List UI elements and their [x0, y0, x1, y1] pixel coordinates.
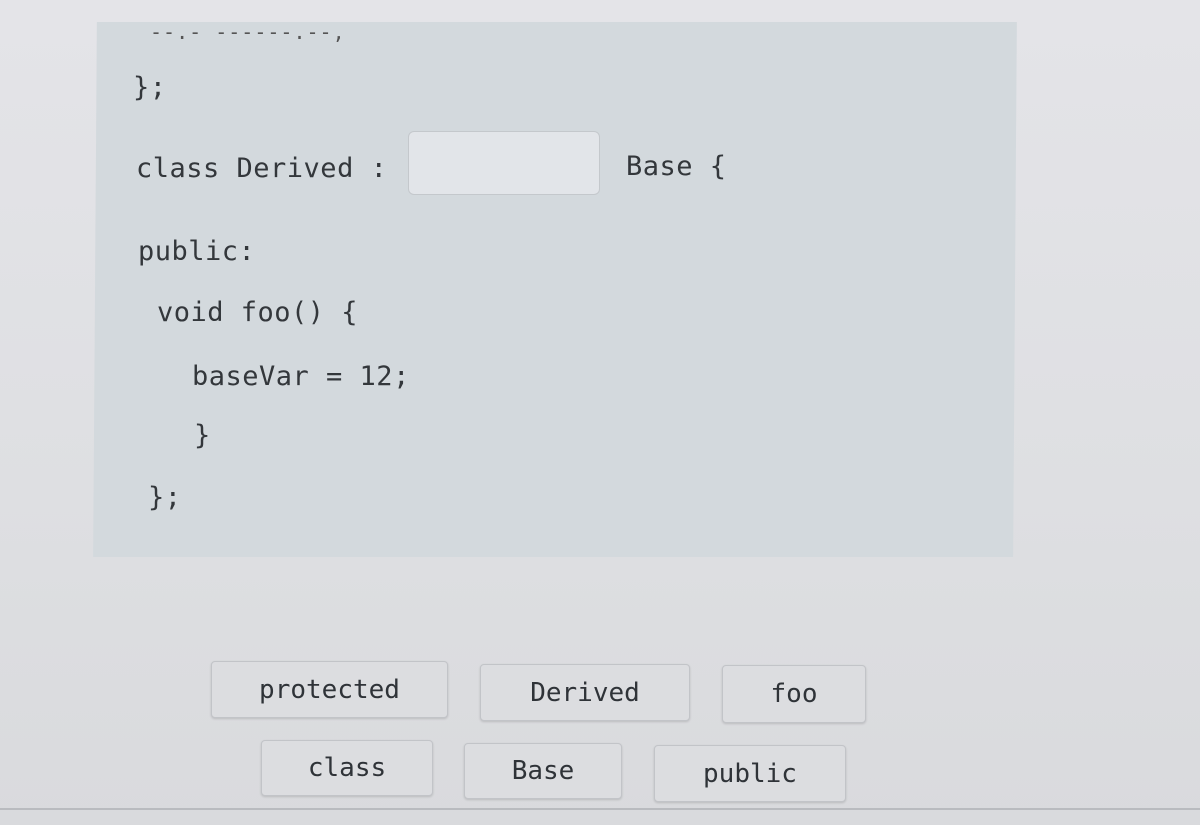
- inheritance-access-drop-slot[interactable]: [408, 131, 600, 195]
- bottom-divider: [0, 808, 1200, 810]
- word-tile-public[interactable]: public: [654, 745, 846, 802]
- word-tile-foo[interactable]: foo: [722, 665, 866, 723]
- code-line-closing-brace-top: };: [133, 72, 167, 103]
- code-line-class-close: };: [148, 482, 182, 513]
- word-tile-protected[interactable]: protected: [211, 661, 448, 718]
- code-line-foo-close: }: [194, 420, 211, 451]
- code-line-void-foo: void foo() {: [157, 297, 359, 328]
- code-panel: [93, 22, 1017, 557]
- word-tile-derived[interactable]: Derived: [480, 664, 690, 721]
- word-tile-class[interactable]: class: [261, 740, 433, 796]
- cut-off-code-line: --.- ------.--,: [150, 20, 346, 44]
- code-line-basevar-assign: baseVar = 12;: [192, 361, 410, 392]
- code-line-class-derived: class Derived :: [136, 153, 388, 184]
- word-tile-base[interactable]: Base: [464, 743, 622, 799]
- code-line-base-open: Base {: [626, 151, 727, 182]
- code-line-public-label: public:: [138, 236, 256, 267]
